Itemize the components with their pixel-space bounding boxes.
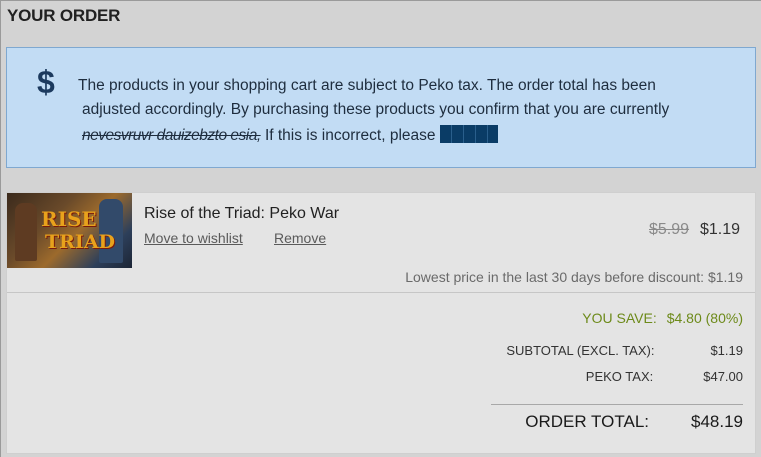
- notice-line-3: nevesvruvr dauizebzto esia, If this is i…: [82, 125, 498, 145]
- you-save-row: YOU SAVE: $4.80 (80%): [582, 310, 743, 326]
- thumbnail-figure-left: [15, 203, 37, 261]
- order-total-row: ORDER TOTAL: $48.19: [525, 412, 743, 432]
- total-divider: [491, 404, 743, 405]
- remove-link[interactable]: Remove: [274, 230, 326, 246]
- move-to-wishlist-link[interactable]: Move to wishlist: [144, 230, 243, 246]
- cart-panel: RISE TRIAD Rise of the Triad: Peko War M…: [6, 192, 756, 454]
- thumbnail-logo-triad: TRIAD: [45, 231, 116, 253]
- tax-notice-banner: $ The products in your shopping cart are…: [6, 47, 756, 168]
- scribbled-text: nevesvruvr dauizebzto esia,: [82, 127, 261, 144]
- product-thumbnail[interactable]: RISE TRIAD: [7, 193, 132, 268]
- order-total-value: $48.19: [691, 412, 743, 431]
- order-total-label: ORDER TOTAL:: [525, 412, 649, 431]
- subtotal-row: SUBTOTAL (EXCL. TAX): $1.19: [506, 343, 743, 358]
- original-price: $5.99: [649, 221, 690, 238]
- tax-label: PEKO TAX:: [585, 369, 654, 384]
- product-title[interactable]: Rise of the Triad: Peko War: [144, 205, 339, 223]
- notice-line-3-text: If this is incorrect, please: [260, 127, 440, 144]
- page-title: YOUR ORDER: [7, 6, 121, 25]
- tax-row: PEKO TAX: $47.00: [586, 369, 743, 384]
- subtotal-label: SUBTOTAL (EXCL. TAX):: [506, 343, 655, 358]
- notice-line-2: adjusted accordingly. By purchasing thes…: [82, 101, 670, 118]
- redacted-link[interactable]: [439, 125, 498, 143]
- thumbnail-logo-rise: RISE: [41, 207, 97, 231]
- notice-line-1: The products in your shopping cart are s…: [78, 77, 656, 94]
- subtotal-value: $1.19: [710, 343, 743, 358]
- discounted-price: $1.19: [700, 221, 741, 238]
- you-save-value: $4.80 (80%): [666, 310, 743, 326]
- divider: [7, 292, 755, 293]
- you-save-label: YOU SAVE:: [582, 310, 657, 326]
- dollar-icon: $: [37, 64, 55, 100]
- tax-value: $47.00: [703, 369, 743, 384]
- lowest-price-note: Lowest price in the last 30 days before …: [405, 269, 743, 285]
